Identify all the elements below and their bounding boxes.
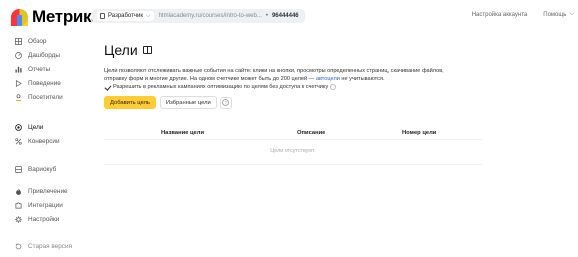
grid-icon (14, 37, 22, 45)
sidebar-item-variocube[interactable]: Вариокуб (14, 164, 56, 174)
counter-selector[interactable]: Разработчик ⌵ htmlacademy.ru/courses/int… (92, 9, 305, 23)
sidebar-item-overview[interactable]: Обзор (14, 36, 46, 46)
column-header-goal-id[interactable]: Номер цели (402, 130, 436, 136)
percent-icon (14, 137, 22, 145)
metrika-logo[interactable]: Метрика (11, 7, 101, 27)
sidebar-item-label: Настройки (28, 215, 60, 223)
page-title: Цели (104, 42, 152, 58)
description-text: отправку форм и многие другие. На одном … (104, 76, 316, 82)
dashboard-icon (14, 51, 22, 59)
sidebar-item-goals[interactable]: Цели (14, 122, 43, 132)
sidebar-item-label: Поведение (28, 79, 61, 87)
header-right: Настройка аккаунта Помощь ⌵ (472, 11, 574, 18)
counter-url: htmlacademy.ru/courses/intro-to-web... (158, 13, 262, 19)
sidebar-item-reports[interactable]: Отчеты (14, 64, 50, 74)
description-line-2: отправку форм и многие другие. На одном … (104, 75, 524, 83)
checkbox-label: Разрешить в рекламных кампаниях оптимиза… (113, 84, 329, 90)
description-text: не учитываются. (339, 76, 385, 82)
help-button[interactable]: ? (219, 96, 232, 109)
sidebar-item-label: Отчеты (28, 65, 51, 73)
bars-icon (14, 65, 22, 73)
sidebar-item-label: Посетители (28, 93, 63, 101)
info-icon[interactable] (330, 84, 337, 90)
device-icon (100, 13, 105, 19)
book-icon[interactable] (142, 46, 152, 54)
optimization-checkbox-row[interactable]: Разрешить в рекламных кампаниях оптимиза… (104, 84, 337, 90)
role-chip-label: Разработчик (108, 13, 143, 19)
sidebar-item-label: Цели (28, 123, 44, 131)
column-header-goal-name[interactable]: Название цели (161, 130, 204, 136)
empty-state-text: Цели отсутствуют. (270, 148, 316, 154)
logo-text: Метрика (32, 7, 101, 26)
sidebar-item-dashboards[interactable]: Дашборды (14, 50, 60, 60)
sidebar-item-behavior[interactable]: Поведение (14, 78, 61, 88)
sidebar-item-label: Вариокуб (28, 165, 57, 173)
sidebar-item-conversions[interactable]: Конверсии (14, 136, 60, 146)
sidebar: Обзор Дашборды Отчеты Поведение Посетите… (0, 32, 90, 257)
account-settings-link[interactable]: Настройка аккаунта (472, 12, 528, 18)
table-header: Название цели Описание Номер цели (104, 126, 482, 140)
history-icon (14, 242, 22, 250)
cube-icon (14, 165, 22, 173)
play-icon (14, 79, 22, 87)
sidebar-item-old-version[interactable]: Старая версия (14, 241, 72, 251)
help-label: Помощь (543, 11, 567, 18)
user-icon (14, 93, 22, 101)
main-content: Цели Цели позволяют отслеживать важные с… (104, 32, 578, 257)
sidebar-item-label: Привлечение (28, 187, 68, 195)
page-title-text: Цели (104, 42, 138, 58)
flame-icon (14, 187, 22, 195)
checkbox-checked[interactable] (104, 84, 110, 90)
sidebar-item-integrations[interactable]: Интеграции (14, 200, 63, 210)
goals-description: Цели позволяют отслеживать важные событи… (104, 67, 524, 83)
counter-number: 96444446 (271, 13, 299, 19)
gear-icon (14, 215, 22, 223)
sidebar-item-visitors[interactable]: Посетители (14, 92, 63, 102)
separator-dot: • (265, 13, 268, 19)
help-menu[interactable]: Помощь ⌵ (543, 11, 574, 18)
sidebar-item-label: Старая версия (28, 242, 73, 250)
column-header-description[interactable]: Описание (297, 130, 325, 136)
top-header: Метрика Разработчик ⌵ htmlacademy.ru/cou… (0, 0, 578, 32)
table-divider (104, 164, 482, 165)
goals-table: Название цели Описание Номер цели Цели о… (104, 126, 482, 165)
chevron-down-icon: ⌵ (569, 11, 574, 17)
goal-actions: Добавить цель Избранные цели ? (104, 96, 232, 109)
role-chip[interactable]: Разработчик ⌵ (97, 11, 154, 21)
sidebar-item-acquisition[interactable]: Привлечение (14, 186, 68, 196)
sidebar-item-label: Конверсии (28, 137, 60, 145)
question-icon: ? (222, 99, 230, 106)
sidebar-item-label: Интеграции (28, 201, 63, 209)
metrika-logo-icon (11, 8, 28, 26)
chevron-down-icon: ⌵ (146, 12, 151, 19)
favorite-goals-button[interactable]: Избранные цели (159, 96, 217, 109)
description-line-1: Цели позволяют отслеживать важные событи… (104, 68, 444, 74)
puzzle-icon (14, 201, 22, 209)
sidebar-item-settings[interactable]: Настройки (14, 214, 59, 224)
add-goal-button[interactable]: Добавить цель (104, 96, 156, 109)
sidebar-item-label: Обзор (28, 37, 47, 45)
sidebar-item-label: Дашборды (28, 51, 60, 59)
target-icon (14, 123, 22, 131)
autogoals-link[interactable]: автоцели (316, 76, 340, 82)
